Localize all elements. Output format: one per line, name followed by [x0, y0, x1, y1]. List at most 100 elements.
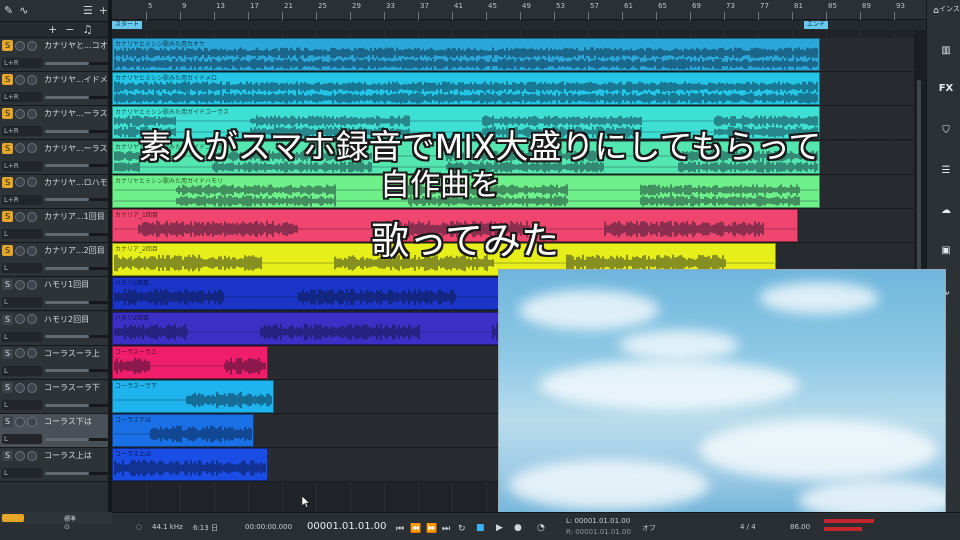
solo-button[interactable]: S	[2, 108, 13, 120]
solo-button[interactable]: S	[2, 347, 13, 359]
store-icon[interactable]: ▣	[937, 242, 955, 260]
track-input[interactable]: L	[2, 434, 42, 445]
record-arm-button[interactable]	[15, 382, 25, 393]
audio-clip[interactable]: ハモリ1回目	[112, 277, 500, 311]
play-button[interactable]: ▶	[496, 523, 503, 533]
track-header[interactable]: S コーラスーラ下 L	[0, 380, 112, 414]
stop-button[interactable]: ■	[476, 523, 485, 533]
loop-start[interactable]: L: 00001.01.01.00	[566, 517, 630, 525]
volume-fader[interactable]	[45, 300, 108, 304]
track-input[interactable]: L+R	[2, 58, 42, 68]
add-button[interactable]: +	[48, 23, 57, 36]
volume-fader[interactable]	[45, 61, 108, 65]
list-menu-icon[interactable]: ☰	[83, 4, 93, 17]
bars-display[interactable]: 00001.01.01.00	[307, 521, 387, 532]
record-arm-button[interactable]	[15, 40, 25, 51]
track-name[interactable]: コーラスーラ上	[44, 348, 108, 359]
end-marker[interactable]: エンド	[804, 21, 829, 29]
cloud-icon[interactable]: ☁	[937, 202, 955, 220]
time-display[interactable]: 00:00:00.000	[245, 523, 292, 531]
tool-icon[interactable]: ✎	[4, 4, 13, 17]
volume-fader[interactable]	[45, 266, 108, 270]
track-name[interactable]: カナリヤと...コオケ	[44, 40, 108, 51]
track-input[interactable]: L	[2, 331, 42, 342]
monitor-button[interactable]	[27, 108, 37, 119]
solo-button[interactable]: S	[2, 74, 13, 86]
track-name[interactable]: ハモリ2回目	[44, 314, 108, 325]
solo-button[interactable]: S	[2, 382, 13, 393]
forward-icon[interactable]: ⏩	[426, 524, 437, 534]
fx-icon[interactable]: FX	[937, 80, 955, 98]
track-name[interactable]: カナリヤ...ーラス1	[44, 108, 108, 119]
record-arm-button[interactable]	[15, 108, 25, 119]
audio-clip[interactable]: ハモリ2回目	[112, 311, 500, 345]
metronome-icon[interactable]: ◔	[537, 523, 545, 533]
rewind-icon[interactable]: ⏪	[410, 524, 421, 534]
track-input[interactable]: L	[2, 468, 42, 479]
solo-button[interactable]: S	[2, 450, 13, 462]
track-header[interactable]: S コーラスーラ上 L	[0, 345, 112, 380]
audio-clip[interactable]: コーラス下は	[112, 414, 254, 448]
note-icon[interactable]: ♫	[82, 23, 92, 36]
audio-clip[interactable]: コーラス上は	[112, 448, 268, 482]
monitor-button[interactable]	[27, 416, 37, 427]
monitor-button[interactable]	[27, 40, 37, 51]
track-name[interactable]: ハモリ1回目	[44, 279, 108, 290]
record-arm-button[interactable]	[15, 416, 25, 427]
monitor-button[interactable]	[27, 279, 37, 290]
track-input[interactable]: L	[2, 297, 42, 308]
record-arm-button[interactable]	[15, 348, 25, 359]
monitor-button[interactable]	[27, 382, 37, 393]
start-marker[interactable]: スタート	[112, 21, 143, 29]
loop-icon[interactable]: ↻	[458, 524, 466, 534]
solo-button[interactable]: S	[2, 279, 13, 291]
audio-clip[interactable]: カナリヤとミシン歌みた用ガイドメロ	[112, 72, 820, 106]
solo-button[interactable]: S	[2, 40, 13, 51]
audio-clip[interactable]: コーラスーラ上	[112, 345, 268, 379]
sync-mode[interactable]: オフ	[642, 523, 656, 533]
status-indicator[interactable]	[2, 514, 24, 522]
track-header[interactable]: S ハモリ2回目 L	[0, 311, 112, 346]
track-input[interactable]: L	[2, 400, 42, 410]
monitor-button[interactable]	[27, 348, 37, 359]
solo-button[interactable]: S	[2, 416, 13, 428]
monitor-button[interactable]	[27, 314, 37, 325]
automation-icon[interactable]: ∿	[19, 4, 28, 17]
track-header[interactable]: S ハモリ1回目 L	[0, 277, 112, 312]
volume-fader[interactable]	[45, 369, 108, 373]
time-signature[interactable]: 4 / 4	[740, 523, 756, 531]
add-track-icon[interactable]: +	[99, 4, 108, 17]
track-name[interactable]: カナリヤ...イドメロ	[44, 74, 108, 85]
track-header[interactable]: S コーラス上は L	[0, 448, 112, 483]
record-button[interactable]: ●	[514, 523, 522, 533]
forward-end-icon[interactable]: ⏭	[442, 524, 450, 534]
volume-fader[interactable]	[45, 471, 108, 475]
view-mode[interactable]: 標準	[64, 514, 76, 523]
home-icon[interactable]: ⌂	[927, 2, 945, 20]
record-settings-icon[interactable]: ◌	[136, 523, 142, 531]
record-arm-button[interactable]	[15, 314, 25, 325]
volume-fader[interactable]	[45, 403, 108, 407]
volume-fader[interactable]	[45, 437, 108, 441]
volume-fader[interactable]	[45, 335, 108, 339]
track-input[interactable]: L+R	[2, 92, 42, 103]
record-arm-button[interactable]	[15, 450, 25, 461]
volume-fader[interactable]	[45, 95, 108, 99]
track-input[interactable]: L	[2, 365, 42, 376]
track-header[interactable]: S カナリヤ...イドメロL+R	[0, 72, 112, 107]
rewind-start-icon[interactable]: ⏮	[396, 524, 404, 534]
track-header[interactable]: S コーラス下は L	[0, 414, 112, 449]
track-name[interactable]: コーラスーラ下	[44, 382, 108, 393]
tempo[interactable]: 86.00	[790, 523, 810, 531]
timeline-ruler[interactable]: 5 9 13 17 21 25 29 33 37 41 45 49 53 57 61 65 69 73 77 81 85…	[112, 0, 926, 20]
loop-end[interactable]: R: 00001.01.01.00	[566, 528, 631, 536]
keyboard-icon[interactable]: ▥	[937, 42, 955, 60]
remove-button[interactable]: −	[65, 23, 74, 36]
track-header[interactable]: S カナリヤと...コオケL+R	[0, 38, 112, 72]
track-name[interactable]: コーラス上は	[44, 450, 108, 461]
audio-clip[interactable]: コーラスーラ下	[112, 380, 274, 413]
solo-button[interactable]: S	[2, 313, 13, 325]
monitor-button[interactable]	[27, 74, 37, 85]
record-arm-button[interactable]	[15, 279, 25, 290]
record-arm-button[interactable]	[15, 74, 25, 85]
